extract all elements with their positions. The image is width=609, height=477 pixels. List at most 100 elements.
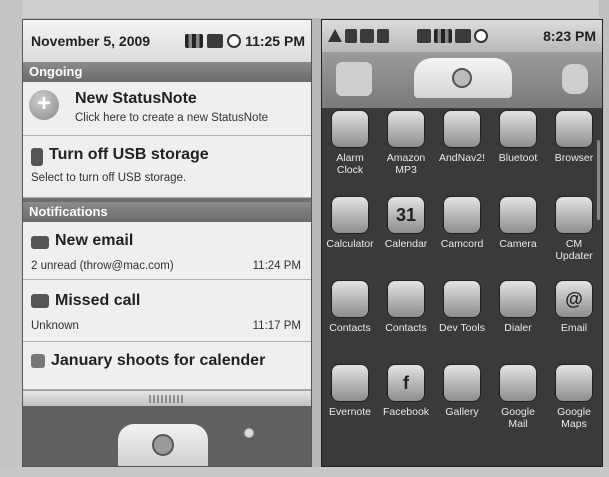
- app-andnav[interactable]: AndNav2!: [434, 110, 490, 164]
- app-contacts-grid[interactable]: Contacts: [378, 280, 434, 334]
- missed-call-icon: [31, 294, 49, 308]
- app-alarm-clock[interactable]: Alarm Clock: [322, 110, 378, 176]
- page-background: [0, 0, 22, 477]
- cm-updater-icon: [555, 196, 593, 234]
- app-camera[interactable]: Camera: [490, 196, 546, 250]
- app-label: Camcord: [440, 238, 484, 250]
- app-label: Google Maps: [557, 406, 591, 430]
- notification-title: Missed call: [55, 292, 141, 309]
- app-label: Calculator: [326, 238, 374, 250]
- launcher-tab[interactable]: [118, 424, 208, 466]
- status-right-icons: [417, 29, 488, 43]
- alarm-icon: [474, 29, 488, 43]
- gmail-icon: [499, 364, 537, 402]
- app-maps[interactable]: Google Maps: [546, 364, 602, 430]
- page-background: [0, 0, 609, 18]
- app-drawer-screen: 8:23 PM Alarm Clock Amazon MP3 AndNav2! Blu…: [321, 19, 603, 467]
- notification-usb-storage[interactable]: Turn off USB storage Select to turn off …: [23, 136, 311, 198]
- calculator-icon: [331, 196, 369, 234]
- app-label: AndNav2!: [438, 152, 486, 164]
- notification-title: New email: [55, 232, 134, 249]
- app-bluetooth[interactable]: Bluetoot: [490, 110, 546, 164]
- status-time: 11:25 PM: [245, 33, 305, 49]
- app-gear[interactable]: Dev Tools: [434, 280, 490, 334]
- battery-icon: [207, 34, 224, 48]
- 3g-icon: [417, 29, 431, 43]
- usb-icon: [377, 29, 389, 43]
- app-cm-updater[interactable]: CM Updater: [546, 196, 602, 262]
- email-icon: [31, 236, 49, 249]
- notification-title: Turn off USB storage: [49, 146, 209, 163]
- app-label: Facebook: [382, 406, 430, 418]
- notification-new-email[interactable]: New email 2 unread (throw@mac.com) 11:24…: [23, 222, 311, 280]
- facebook-icon: f: [387, 364, 425, 402]
- section-ongoing: Ongoing: [23, 62, 311, 82]
- launcher-up-icon: [152, 434, 174, 456]
- notification-time: 11:24 PM: [252, 260, 301, 272]
- camera-icon: [499, 196, 537, 234]
- app-amazon-mp3[interactable]: Amazon MP3: [378, 110, 434, 176]
- contacts-shortcut-icon[interactable]: [336, 62, 372, 96]
- amazon-mp3-icon: [387, 110, 425, 148]
- gallery-icon: [443, 364, 481, 402]
- section-notifications: Notifications: [23, 202, 311, 222]
- app-contacts[interactable]: Contacts: [322, 280, 378, 334]
- notification-missed-call[interactable]: Missed call Unknown 11:17 PM: [23, 280, 311, 342]
- app-calculator[interactable]: Calculator: [322, 196, 378, 250]
- battery-icon: [455, 29, 471, 43]
- phone-icon: [499, 280, 537, 318]
- app-gmail[interactable]: Google Mail: [490, 364, 546, 430]
- voicemail-icon: [360, 29, 374, 43]
- warning-icon: [328, 29, 342, 42]
- app-globe[interactable]: Browser: [546, 110, 602, 164]
- app-label: Email: [560, 322, 588, 334]
- signal-icon: [185, 34, 204, 48]
- grip-icon: [149, 395, 185, 403]
- notification-time: 11:17 PM: [252, 320, 301, 332]
- usb-icon: [31, 148, 43, 166]
- app-label: Browser: [554, 152, 594, 164]
- contacts-grid-icon: [387, 280, 425, 318]
- bluetooth-icon: [499, 110, 537, 148]
- app-facebook[interactable]: f Facebook: [378, 364, 434, 418]
- evernote-icon: [331, 364, 369, 402]
- app-label: Evernote: [328, 406, 372, 418]
- app-label: Calendar: [384, 238, 428, 250]
- notification-subtitle: Click here to create a new StatusNote: [75, 112, 269, 124]
- maps-icon: [555, 364, 593, 402]
- home-dock: [23, 406, 311, 466]
- microphone-icon[interactable]: [562, 64, 588, 94]
- notification-title: New StatusNote: [75, 90, 197, 107]
- alarm-clock-icon: [331, 110, 369, 148]
- notification-subtitle: 2 unread (throw@mac.com): [31, 260, 174, 272]
- notification-calendar[interactable]: January shoots for calender: [23, 342, 311, 390]
- alarm-icon: [227, 34, 242, 48]
- app-gallery[interactable]: Gallery: [434, 364, 490, 418]
- app-email[interactable]: @ Email: [546, 280, 602, 334]
- app-label: Camera: [499, 238, 537, 250]
- app-label: Dialer: [504, 322, 532, 334]
- app-label: Dev Tools: [439, 322, 485, 334]
- signal-icon: [434, 29, 452, 43]
- drawer-tab-bar: [322, 52, 602, 108]
- andnav-icon: [443, 110, 481, 148]
- app-label: Bluetoot: [498, 152, 538, 164]
- notification-new-statusnote[interactable]: + New StatusNote Click here to create a …: [23, 82, 311, 136]
- scrollbar[interactable]: [597, 140, 600, 220]
- app-evernote[interactable]: Evernote: [322, 364, 378, 418]
- camcorder-icon: [443, 196, 481, 234]
- app-calendar[interactable]: 31 Calendar: [378, 196, 434, 250]
- notification-subtitle: Unknown: [31, 320, 79, 332]
- status-bar: November 5, 2009 11:25 PM: [23, 20, 311, 62]
- status-icons: [185, 34, 242, 48]
- app-label: Google Mail: [501, 406, 535, 430]
- shade-close-handle[interactable]: [23, 390, 311, 407]
- app-label: Gallery: [445, 406, 479, 418]
- app-phone[interactable]: Dialer: [490, 280, 546, 334]
- wifi-icon: [345, 29, 357, 43]
- app-camcorder[interactable]: Camcord: [434, 196, 490, 250]
- gear-icon: [443, 280, 481, 318]
- email-icon: @: [555, 280, 593, 318]
- drawer-close-tab[interactable]: [414, 58, 512, 98]
- status-left-icons: [328, 29, 389, 43]
